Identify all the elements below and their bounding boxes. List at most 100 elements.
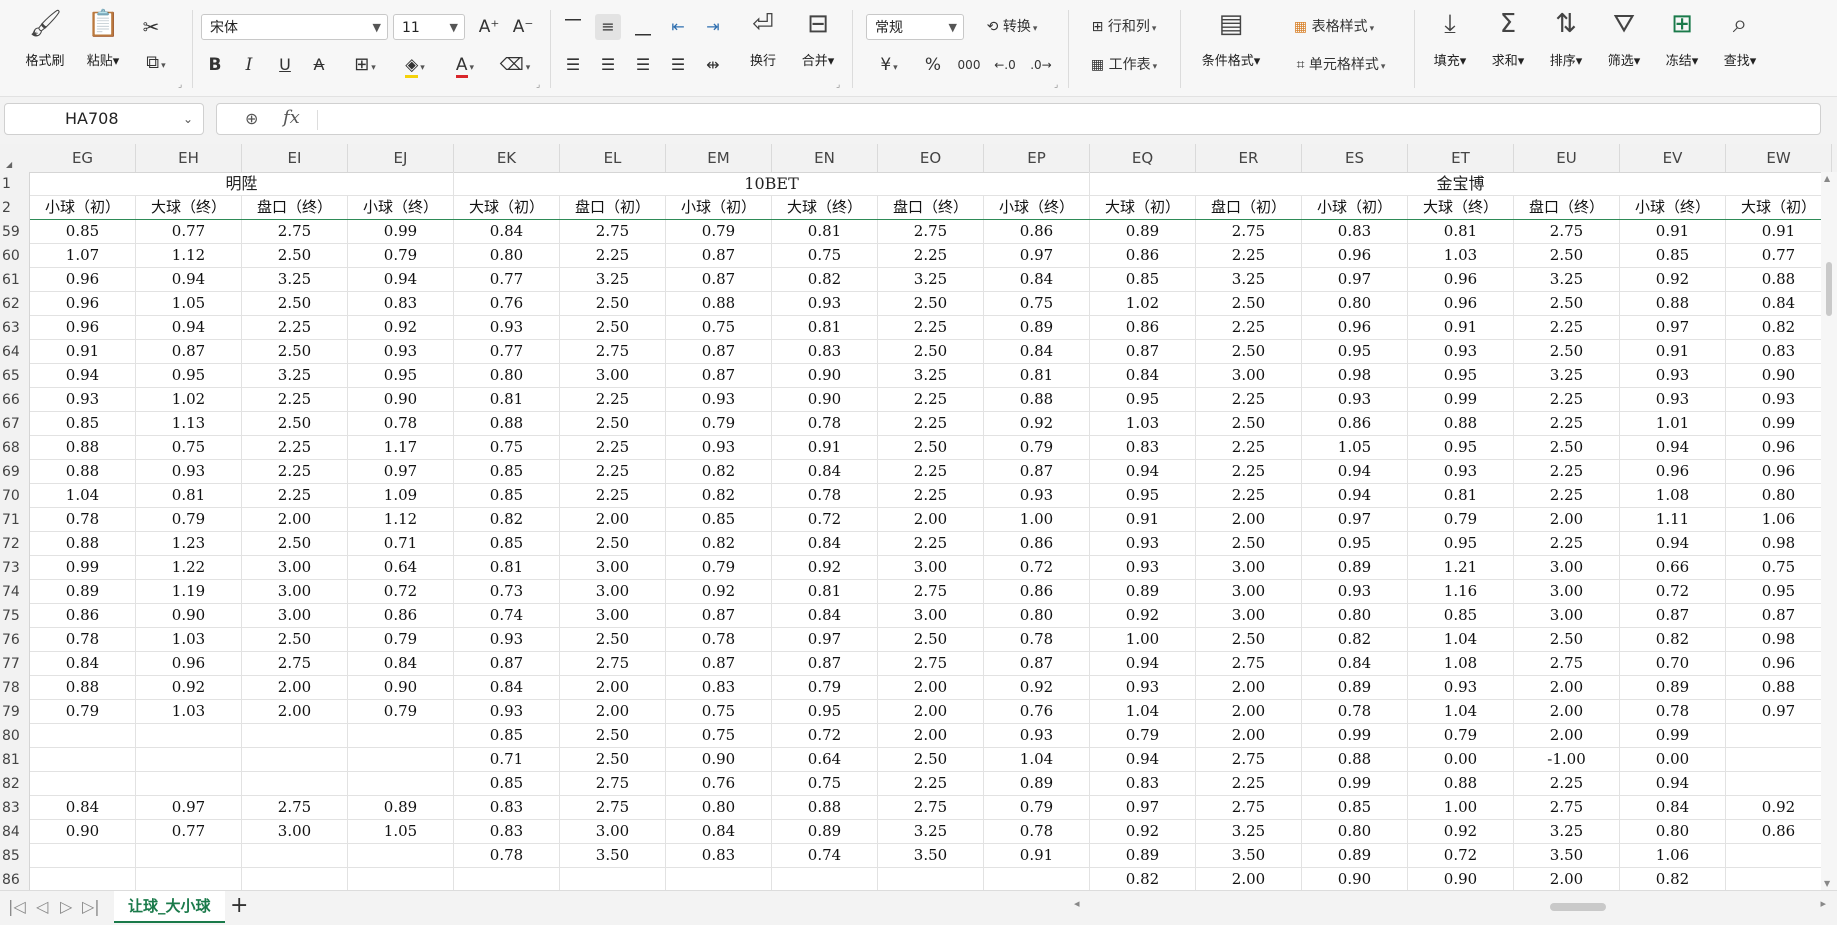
cell[interactable]: 2.25	[1514, 316, 1620, 339]
align-left-button[interactable]: ☰	[560, 52, 586, 78]
cell[interactable]: 0.93	[1408, 676, 1514, 699]
cell[interactable]: 1.06	[1726, 508, 1832, 531]
cell[interactable]: 2.50	[560, 316, 666, 339]
cell[interactable]: 0.82	[1302, 628, 1408, 651]
cell[interactable]: 0.93	[454, 700, 560, 723]
cell[interactable]: 1.19	[136, 580, 242, 603]
cell[interactable]	[1726, 748, 1832, 771]
cell[interactable]: 0.99	[1302, 772, 1408, 795]
cell[interactable]: 2.75	[242, 796, 348, 819]
cell[interactable]: 2.50	[560, 412, 666, 435]
cell[interactable]: 3.25	[878, 268, 984, 291]
cell[interactable]: 0.82	[772, 268, 878, 291]
row-number[interactable]: 1	[0, 172, 30, 196]
cell[interactable]: 0.75	[454, 436, 560, 459]
scroll-up-icon[interactable]: ▲	[1824, 174, 1830, 183]
cell[interactable]: 1.04	[1408, 628, 1514, 651]
cell[interactable]: 0.92	[1620, 268, 1726, 291]
cell[interactable]: 0.64	[348, 556, 454, 579]
cell[interactable]	[30, 772, 136, 795]
cell[interactable]: 2.75	[242, 652, 348, 675]
cell[interactable]: 0.96	[1408, 268, 1514, 291]
column-header[interactable]: ES	[1302, 144, 1408, 172]
number-launcher-icon[interactable]: ⌟	[1054, 80, 1058, 90]
cell[interactable]: 0.80	[984, 604, 1090, 627]
cell[interactable]: 0.79	[666, 556, 772, 579]
cell[interactable]: 2.00	[242, 676, 348, 699]
cell[interactable]: 0.93	[1408, 340, 1514, 363]
cell[interactable]: 0.81	[984, 364, 1090, 387]
cell[interactable]: 0.92	[1090, 820, 1196, 843]
cell[interactable]: 3.50	[878, 844, 984, 867]
cell[interactable]: 3.50	[1514, 844, 1620, 867]
cell[interactable]: 3.00	[1514, 604, 1620, 627]
cell[interactable]: 2.75	[242, 220, 348, 243]
cell[interactable]: 0.96	[136, 652, 242, 675]
cell[interactable]: 0.93	[1090, 532, 1196, 555]
cell[interactable]: 0.93	[348, 340, 454, 363]
row-number[interactable]: 72	[0, 532, 30, 556]
cell[interactable]: 0.00	[1620, 748, 1726, 771]
cell[interactable]: 0.88	[30, 460, 136, 483]
cell[interactable]: 2.25	[1196, 316, 1302, 339]
wrap-text-button[interactable]: ⏎ 换行	[740, 8, 786, 69]
cell[interactable]: 0.88	[1726, 676, 1832, 699]
cell[interactable]: 0.89	[1090, 580, 1196, 603]
cell[interactable]: 0.94	[1620, 436, 1726, 459]
cell[interactable]	[242, 868, 348, 890]
cell[interactable]: 0.94	[1302, 460, 1408, 483]
paste-button[interactable]: 📋 粘贴▾	[78, 8, 128, 69]
cell[interactable]: 0.81	[454, 388, 560, 411]
fill-button[interactable]: ⤓ 填充▾	[1426, 8, 1474, 69]
column-header[interactable]: EM	[666, 144, 772, 172]
table-style-button[interactable]: ▦ 表格样式 ▾	[1282, 14, 1386, 40]
column-header[interactable]: EN	[772, 144, 878, 172]
cell[interactable]: 0.84	[1090, 364, 1196, 387]
cell[interactable]: 0.95	[136, 364, 242, 387]
cell[interactable]: 0.89	[1302, 676, 1408, 699]
cell[interactable]: 0.87	[1620, 604, 1726, 627]
cell[interactable]	[1726, 844, 1832, 867]
cell[interactable]: 2.75	[560, 772, 666, 795]
cell[interactable]: 3.00	[242, 604, 348, 627]
cell[interactable]: 0.90	[666, 748, 772, 771]
format-painter-button[interactable]: 🖌 格式刷	[16, 8, 74, 69]
select-all-corner[interactable]: ◢	[0, 144, 30, 172]
cell[interactable]: 0.96	[1726, 436, 1832, 459]
cell[interactable]: 0.78	[454, 844, 560, 867]
row-number[interactable]: 83	[0, 796, 30, 820]
cell[interactable]: 3.25	[878, 820, 984, 843]
cell[interactable]: 3.00	[1196, 364, 1302, 387]
cell[interactable]: 0.85	[30, 220, 136, 243]
cell[interactable]: 0.90	[1408, 868, 1514, 890]
fill-color-button[interactable]: ◈ ▾	[396, 52, 434, 78]
cell[interactable]: 0.91	[1090, 508, 1196, 531]
cell[interactable]: 0.94	[1620, 532, 1726, 555]
cell[interactable]: 2.25	[1514, 484, 1620, 507]
cell[interactable]: 0.78	[666, 628, 772, 651]
cut-button[interactable]: ✂	[136, 14, 166, 40]
cell[interactable]: 0.96	[1302, 316, 1408, 339]
cell[interactable]: 0.93	[1090, 676, 1196, 699]
cell[interactable]: 1.02	[136, 388, 242, 411]
cell[interactable]: 2.25	[1196, 772, 1302, 795]
row-number[interactable]: 76	[0, 628, 30, 652]
sheet-tab-active[interactable]: 让球_大小球	[114, 891, 225, 923]
cell[interactable]: 0.72	[984, 556, 1090, 579]
scroll-thumb[interactable]	[1826, 262, 1832, 316]
freeze-button[interactable]: ⊞ 冻结▾	[1658, 8, 1706, 69]
cell[interactable]: 0.82	[666, 460, 772, 483]
cell[interactable]: 0.79	[984, 796, 1090, 819]
subheader-cell[interactable]: 大球（终）	[772, 196, 878, 219]
cell[interactable]	[348, 844, 454, 867]
sort-button[interactable]: ⇅ 排序▾	[1542, 8, 1590, 69]
cell[interactable]: 2.25	[242, 316, 348, 339]
cell[interactable]	[30, 748, 136, 771]
cell[interactable]: 0.95	[1408, 364, 1514, 387]
cell[interactable]: 0.78	[348, 412, 454, 435]
cell[interactable]: 3.00	[560, 556, 666, 579]
cell[interactable]: 0.81	[772, 316, 878, 339]
cell[interactable]: 2.00	[1196, 868, 1302, 890]
font-size-select[interactable]: 11 ▼	[393, 14, 465, 40]
cell[interactable]: 0.81	[454, 556, 560, 579]
